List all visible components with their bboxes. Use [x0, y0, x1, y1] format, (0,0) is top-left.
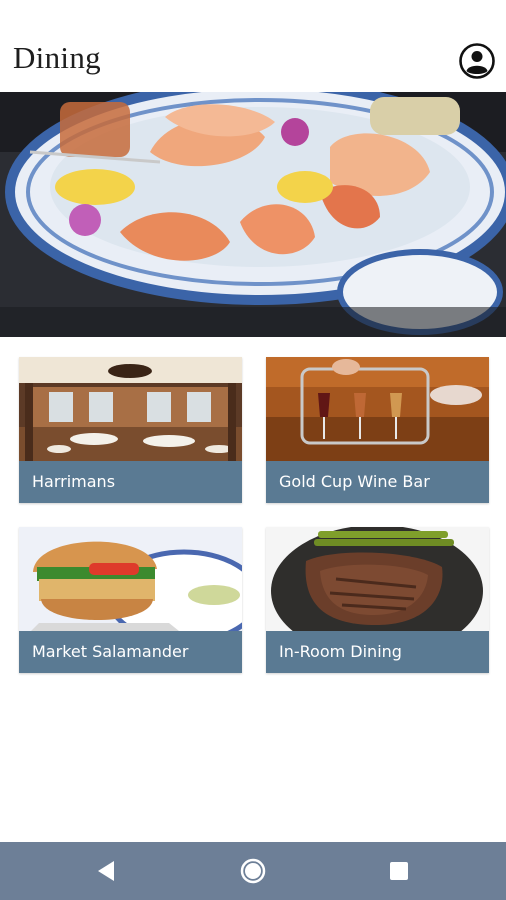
restaurant-card-market-salamander[interactable]: Market Salamander — [19, 527, 242, 673]
seafood-platter-photo — [0, 92, 506, 337]
account-circle-icon[interactable] — [458, 42, 496, 80]
page-title: Dining — [13, 40, 101, 75]
dining-room-photo — [19, 357, 242, 461]
burger-photo — [19, 527, 242, 631]
recents-square-icon[interactable] — [384, 856, 414, 886]
wine-glasses-photo — [266, 357, 489, 461]
home-circle-icon[interactable] — [238, 856, 268, 886]
card-label: Gold Cup Wine Bar — [266, 461, 489, 503]
card-label: In-Room Dining — [266, 631, 489, 673]
system-navigation-bar — [0, 842, 506, 900]
steak-photo — [266, 527, 489, 631]
card-label: Harrimans — [19, 461, 242, 503]
back-triangle-icon[interactable] — [92, 856, 122, 886]
restaurant-card-gold-cup-wine-bar[interactable]: Gold Cup Wine Bar — [266, 357, 489, 503]
restaurant-card-in-room-dining[interactable]: In-Room Dining — [266, 527, 489, 673]
app-header: Dining — [0, 0, 506, 92]
in-room-dining-image — [266, 527, 489, 631]
restaurant-card-harrimans[interactable]: Harrimans — [19, 357, 242, 503]
hero-image — [0, 92, 506, 337]
card-label: Market Salamander — [19, 631, 242, 673]
harrimans-image — [19, 357, 242, 461]
gold-cup-wine-bar-image — [266, 357, 489, 461]
market-salamander-image — [19, 527, 242, 631]
